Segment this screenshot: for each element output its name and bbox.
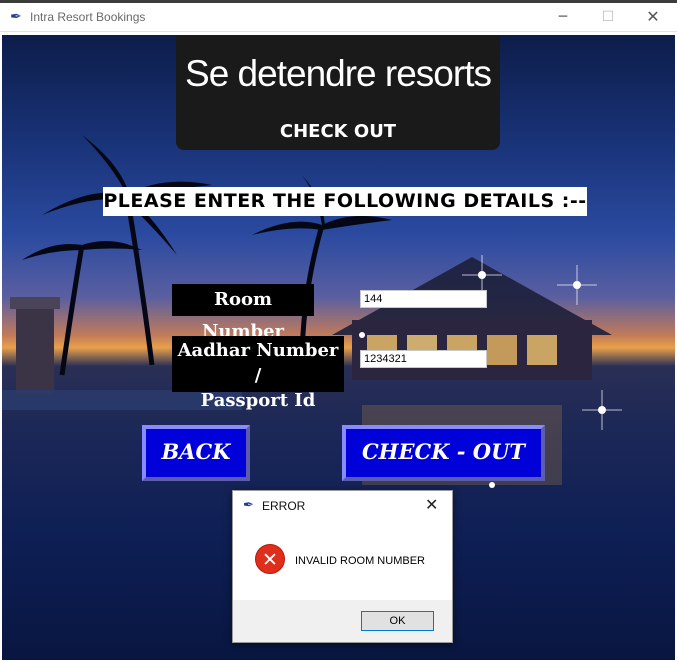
aadhar-label-line1: Aadhar Number /	[177, 340, 339, 386]
aadhar-label-line2: Passport Id	[200, 390, 316, 411]
window-title: Intra Resort Bookings	[30, 10, 146, 24]
aadhar-input[interactable]: 1234321	[360, 350, 487, 368]
ok-button[interactable]: OK	[361, 611, 434, 631]
back-button[interactable]: BACK	[142, 425, 250, 481]
dialog-title: ERROR	[262, 499, 306, 513]
maximize-button[interactable]: ☐	[585, 3, 631, 31]
feather-icon: ✒	[10, 9, 22, 25]
dialog-title-bar: ✒ ERROR ✕	[233, 491, 452, 521]
check-out-button[interactable]: CHECK - OUT	[342, 425, 545, 481]
feather-icon: ✒	[243, 498, 254, 513]
dialog-message: INVALID ROOM NUMBER	[295, 555, 425, 567]
dialog-footer: OK	[233, 600, 452, 642]
error-icon: ✕	[255, 544, 285, 574]
form-heading: PLEASE ENTER THE FOLLOWING DETAILS :--	[103, 187, 587, 216]
resort-logo: Se detendre resorts CHECK OUT	[176, 35, 500, 150]
error-dialog: ✒ ERROR ✕ ✕ INVALID ROOM NUMBER OK	[232, 490, 453, 643]
dialog-close-button[interactable]: ✕	[425, 495, 438, 514]
aadhar-label: Aadhar Number / Passport Id	[172, 336, 344, 411]
room-number-input[interactable]: 144	[360, 290, 487, 308]
close-button[interactable]: ✕	[630, 3, 676, 31]
logo-subtitle: CHECK OUT	[279, 121, 397, 142]
title-bar: ✒ Intra Resort Bookings ─ ☐ ✕	[0, 3, 677, 32]
logo-name: Se detendre resorts	[185, 53, 492, 94]
room-number-label: Room Number	[172, 284, 314, 342]
minimize-button[interactable]: ─	[540, 3, 586, 31]
